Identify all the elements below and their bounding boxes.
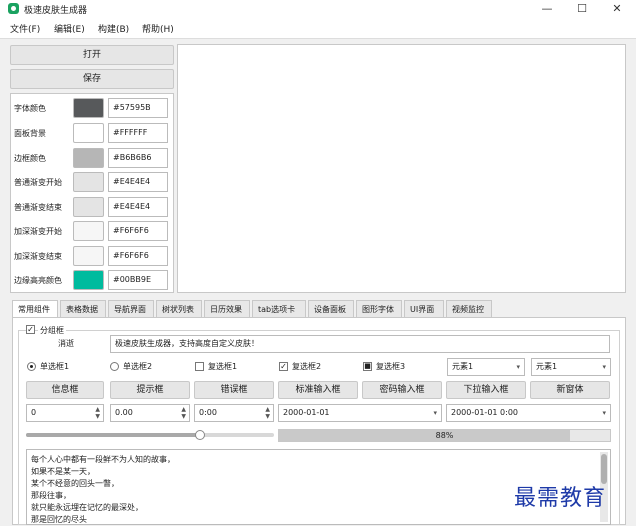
slider[interactable] [26, 430, 274, 440]
datetime-edit-value: 2000-01-01 0:00 [451, 408, 518, 417]
close-button[interactable]: ✕ [600, 0, 634, 18]
checkbox-2[interactable]: ✓ [279, 362, 288, 371]
text-line: 如果不是某一天， [31, 467, 95, 476]
input-box-button[interactable]: 标准输入框 [278, 381, 358, 399]
chevron-down-icon: ▾ [602, 409, 606, 417]
color-swatch[interactable] [73, 221, 104, 241]
title-bar: 极速皮肤生成器 — ☐ ✕ [0, 0, 636, 18]
menu-file[interactable]: 文件(F) [10, 22, 40, 35]
group-title: 分组框 [38, 325, 66, 336]
tab-video[interactable]: 视频监控 [446, 300, 492, 318]
text-line: 那是回忆的尽头 [31, 515, 87, 524]
checkbox-3[interactable]: ■ [363, 362, 372, 371]
color-label: 加深渐变结束 [14, 252, 62, 261]
tab-table[interactable]: 表格数据 [60, 300, 106, 318]
tip-box-button[interactable]: 提示框 [110, 381, 190, 399]
tab-device[interactable]: 设备面板 [308, 300, 354, 318]
time-edit-value: 0:00 [199, 408, 217, 417]
menu-edit[interactable]: 编辑(E) [54, 22, 85, 35]
date-edit-value: 2000-01-01 [283, 408, 330, 417]
double-spinbox[interactable]: 0.00 ▲ ▼ [110, 404, 190, 422]
radio-1[interactable] [27, 362, 36, 371]
color-swatch[interactable] [73, 123, 104, 143]
checkbox-1[interactable] [195, 362, 204, 371]
progress-text: 88% [435, 431, 454, 440]
menu-bar: 文件(F) 编辑(E) 构建(B) 帮助(H) [0, 18, 636, 39]
int-spinbox[interactable]: 0 ▲ ▼ [26, 404, 104, 422]
password-box-button[interactable]: 密码输入框 [362, 381, 442, 399]
prompt-input[interactable]: 极速皮肤生成器，支持高度自定义皮肤！ [110, 335, 610, 353]
spin-arrows-icon[interactable]: ▲ ▼ [265, 406, 270, 420]
group-checkbox[interactable]: ✓ [26, 325, 35, 334]
chevron-down-icon: ▾ [516, 363, 520, 371]
color-hex-input[interactable]: #FFFFFF [108, 123, 168, 143]
checkbox-2-label: 复选框2 [292, 362, 322, 371]
color-label: 加深渐变开始 [14, 227, 62, 236]
checkbox-1-label: 复选框1 [208, 362, 238, 371]
time-edit[interactable]: 0:00 ▲ ▼ [194, 404, 274, 422]
slider-handle[interactable] [194, 430, 205, 440]
color-label: 普通渐变开始 [14, 178, 62, 187]
color-label: 边框颜色 [14, 154, 46, 163]
color-hex-input[interactable]: #F6F6F6 [108, 246, 168, 266]
tab-common[interactable]: 常用组件 [12, 300, 58, 318]
window-title: 极速皮肤生成器 [24, 6, 88, 16]
watermark-text: 最需教育 [514, 486, 607, 511]
dropdown-box-button[interactable]: 下拉输入框 [446, 381, 526, 399]
maximize-button[interactable]: ☐ [565, 0, 599, 18]
color-label: 边缘高亮颜色 [14, 276, 62, 285]
checkbox-3-label: 复选框3 [376, 362, 406, 371]
combo-2-value: 元素1 [536, 362, 558, 371]
combo-2[interactable]: 元素1 ▾ [531, 358, 611, 376]
color-swatch[interactable] [73, 148, 104, 168]
color-hex-input[interactable]: #E4E4E4 [108, 197, 168, 217]
radio-2-label: 单选框2 [123, 362, 153, 371]
color-label: 面板背景 [14, 129, 46, 138]
color-swatch[interactable] [73, 197, 104, 217]
open-button[interactable]: 打开 [10, 45, 174, 65]
tab-navigation[interactable]: 导航界面 [108, 300, 154, 318]
tab-tree[interactable]: 树状列表 [156, 300, 202, 318]
tab-tabs[interactable]: tab选项卡 [252, 300, 306, 318]
chevron-down-icon: ▾ [433, 409, 437, 417]
spin-arrows-icon[interactable]: ▲ ▼ [181, 406, 186, 420]
error-box-button[interactable]: 错误框 [194, 381, 274, 399]
combo-1[interactable]: 元素1 ▾ [447, 358, 525, 376]
save-button[interactable]: 保存 [10, 69, 174, 89]
color-hex-input[interactable]: #57595B [108, 98, 168, 118]
app-icon [8, 3, 19, 14]
radio-2[interactable] [110, 362, 119, 371]
preview-area [177, 44, 626, 293]
tab-calendar[interactable]: 日历效果 [204, 300, 250, 318]
progress-bar: 88% [278, 429, 611, 442]
color-swatch[interactable] [73, 270, 104, 290]
menu-help[interactable]: 帮助(H) [142, 22, 174, 35]
spin-arrows-icon[interactable]: ▲ ▼ [95, 406, 100, 420]
color-hex-input[interactable]: #00BB9E [108, 270, 168, 290]
int-spinbox-value: 0 [31, 408, 37, 417]
text-line: 每个人心中都有一段鲜不为人知的故事， [31, 455, 175, 464]
date-edit[interactable]: 2000-01-01 ▾ [278, 404, 442, 422]
datetime-edit[interactable]: 2000-01-01 0:00 ▾ [446, 404, 611, 422]
slider-fill [26, 433, 200, 437]
color-hex-input[interactable]: #E4E4E4 [108, 172, 168, 192]
menu-build[interactable]: 构建(B) [98, 22, 129, 35]
color-label: 字体颜色 [14, 104, 46, 113]
prompt-label: 消逝 [58, 339, 74, 348]
radio-1-label: 单选框1 [40, 362, 70, 371]
color-swatch[interactable] [73, 98, 104, 118]
color-swatch[interactable] [73, 246, 104, 266]
tab-ui[interactable]: UI界面 [404, 300, 444, 318]
info-box-button[interactable]: 信息框 [26, 381, 104, 399]
color-hex-input[interactable]: #F6F6F6 [108, 221, 168, 241]
chevron-down-icon: ▾ [602, 363, 606, 371]
double-spinbox-value: 0.00 [115, 408, 133, 417]
minimize-button[interactable]: — [530, 0, 564, 18]
color-label: 普通渐变结束 [14, 203, 62, 212]
color-swatch[interactable] [73, 172, 104, 192]
combo-1-value: 元素1 [452, 362, 474, 371]
new-window-button[interactable]: 新窗体 [530, 381, 610, 399]
tab-font[interactable]: 图形字体 [356, 300, 402, 318]
color-hex-input[interactable]: #B6B6B6 [108, 148, 168, 168]
